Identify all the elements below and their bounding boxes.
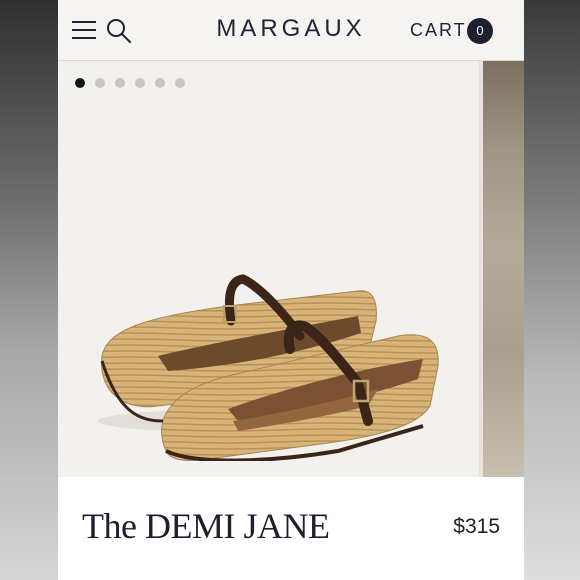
gallery-dot-2[interactable] [95, 78, 105, 88]
cart-link[interactable]: CART [410, 20, 467, 41]
product-image [98, 274, 439, 461]
blurred-backdrop-right [524, 0, 580, 580]
search-icon[interactable] [106, 18, 132, 44]
hamburger-menu-icon[interactable] [72, 20, 96, 40]
blurred-backdrop-left [0, 0, 58, 580]
cart-count-badge[interactable]: 0 [467, 18, 493, 44]
product-price: $315 [453, 515, 500, 538]
gallery-pagination-dots [75, 78, 185, 88]
phone-screen: MARGAUX CART 0 The DEMI JANE $315 [58, 0, 524, 580]
gallery-dot-4[interactable] [135, 78, 145, 88]
next-gallery-image-peek[interactable] [479, 61, 524, 477]
gallery-dot-6[interactable] [175, 78, 185, 88]
product-info-panel: The DEMI JANE $315 [58, 477, 524, 580]
gallery-dot-3[interactable] [115, 78, 125, 88]
brand-logo[interactable]: MARGAUX [178, 15, 404, 43]
site-header: MARGAUX CART 0 [58, 0, 524, 61]
gallery-dot-5[interactable] [155, 78, 165, 88]
gallery-dot-1[interactable] [75, 78, 85, 88]
product-title: The DEMI JANE [82, 506, 330, 546]
product-image-gallery[interactable] [58, 61, 524, 477]
